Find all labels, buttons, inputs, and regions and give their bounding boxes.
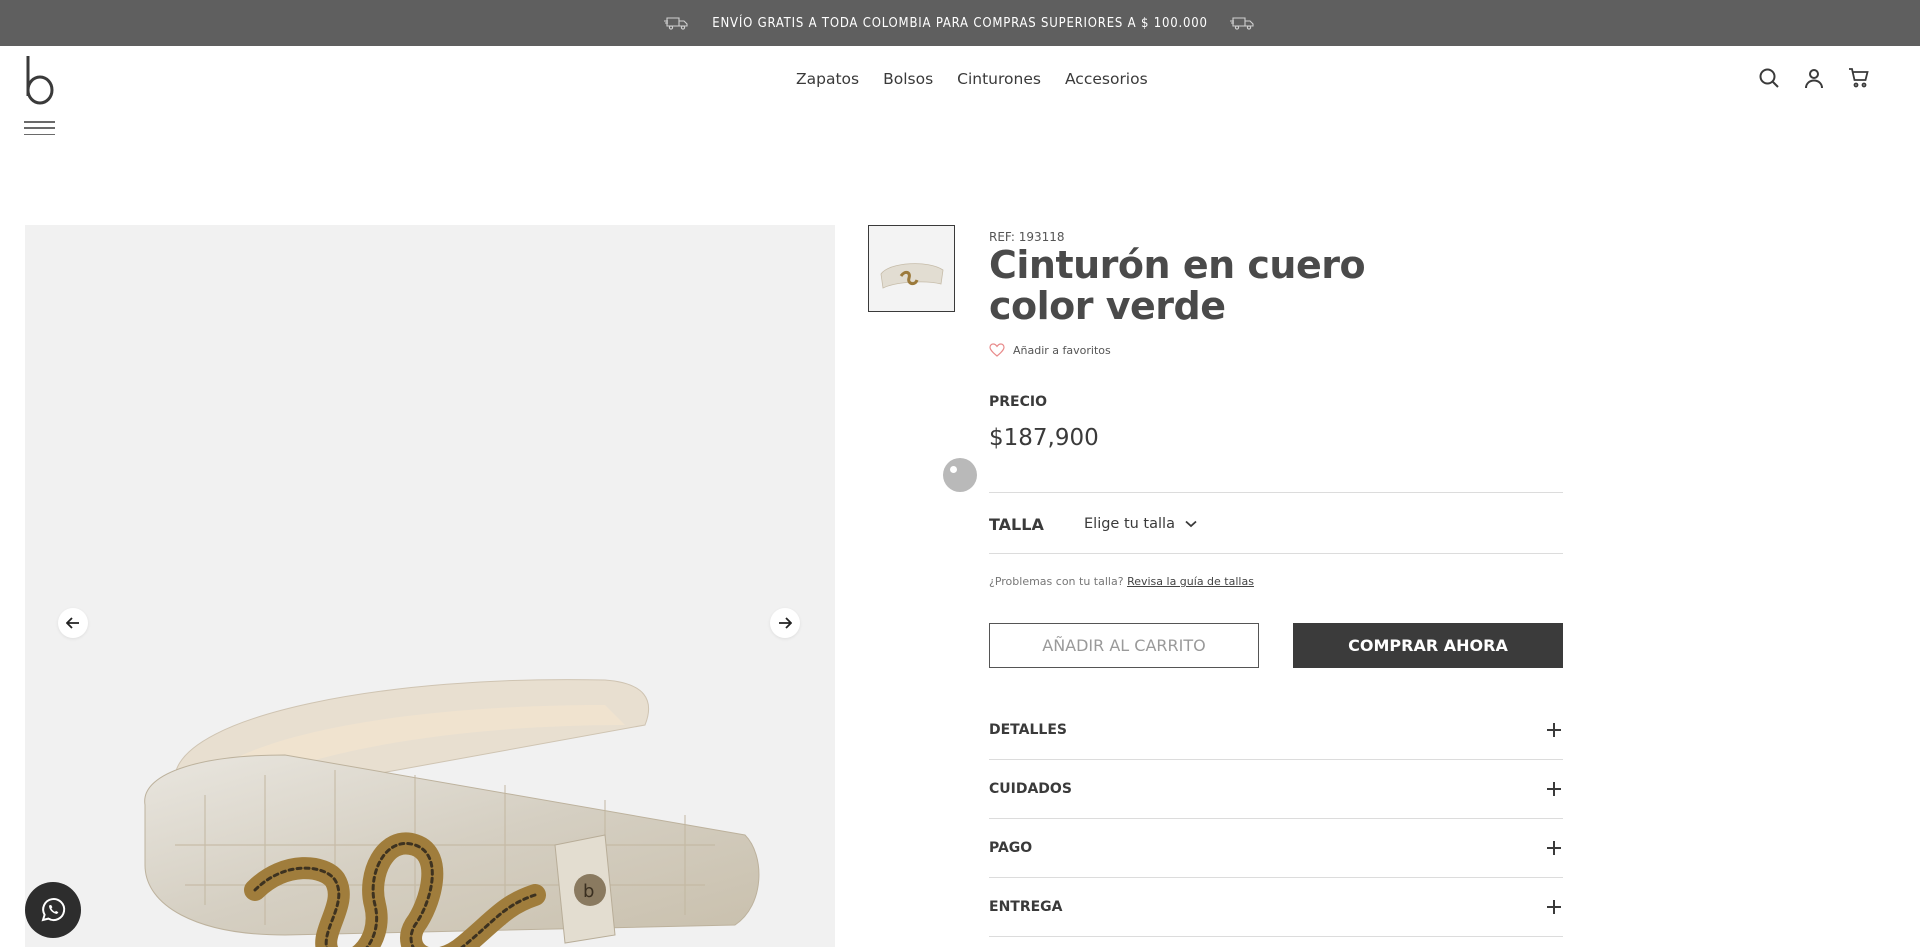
accordion-cuidados[interactable]: CUIDADOS xyxy=(989,760,1563,819)
plus-icon xyxy=(1547,723,1561,737)
truck-icon xyxy=(1229,17,1254,30)
divider xyxy=(989,553,1563,554)
add-to-favorites-label: Añadir a favoritos xyxy=(1013,343,1111,357)
accordion-label: CUIDADOS xyxy=(989,781,1072,797)
whatsapp-button[interactable] xyxy=(25,882,81,938)
size-select[interactable]: Elige tu talla xyxy=(1084,516,1197,532)
accordion-label: PAGO xyxy=(989,840,1033,856)
divider xyxy=(989,492,1563,493)
accordion-entrega[interactable]: ENTREGA xyxy=(989,878,1563,937)
nav-item-accesorios[interactable]: Accesorios xyxy=(1065,70,1148,88)
size-guide-link[interactable]: Revisa la guía de tallas xyxy=(1127,575,1254,588)
accordion-detalles[interactable]: DETALLES xyxy=(989,701,1563,760)
product-title: Cinturón en cuero color verde xyxy=(989,243,1366,328)
product-ref: REF: 193118 xyxy=(989,230,1065,244)
hamburger-line xyxy=(24,121,55,123)
nav-item-cinturones[interactable]: Cinturones xyxy=(957,70,1041,88)
user-icon[interactable] xyxy=(1802,66,1826,90)
buy-now-button[interactable]: COMPRAR AHORA xyxy=(1293,623,1563,668)
product-image: b xyxy=(144,679,760,947)
nav-item-bolsos[interactable]: Bolsos xyxy=(883,70,933,88)
accordion-pago[interactable]: PAGO xyxy=(989,819,1563,878)
size-select-value: Elige tu talla xyxy=(1084,516,1175,532)
loading-indicator xyxy=(943,458,977,492)
hamburger-line xyxy=(24,133,55,135)
size-label: TALLA xyxy=(989,515,1044,534)
nav-item-zapatos[interactable]: Zapatos xyxy=(796,70,859,88)
header-icons xyxy=(1757,66,1871,90)
product-thumbnail[interactable] xyxy=(868,225,955,312)
size-help: ¿Problemas con tu talla? Revisa la guía … xyxy=(989,575,1254,588)
add-to-cart-button[interactable]: AÑADIR AL CARRITO xyxy=(989,623,1259,668)
thumbnail-image xyxy=(880,263,944,289)
price-label: PRECIO xyxy=(989,394,1047,410)
plus-icon xyxy=(1547,841,1561,855)
add-to-favorites-link[interactable]: Añadir a favoritos xyxy=(989,343,1111,357)
main-nav: Zapatos Bolsos Cinturones Accesorios xyxy=(796,70,1172,88)
search-icon[interactable] xyxy=(1757,66,1781,90)
announcement-bar: ENVÍO GRATIS A TODA COLOMBIA PARA COMPRA… xyxy=(0,0,1920,46)
heart-icon xyxy=(989,343,1005,357)
product-image-gallery[interactable]: b xyxy=(25,225,835,947)
arrow-left-icon xyxy=(66,617,79,629)
svg-text:b: b xyxy=(583,881,594,902)
whatsapp-icon xyxy=(41,898,66,922)
accordion-label: DETALLES xyxy=(989,722,1067,738)
brand-logo[interactable] xyxy=(24,54,56,106)
arrow-right-icon xyxy=(779,617,792,629)
accordion-label: ENTREGA xyxy=(989,899,1063,915)
announcement-text: ENVÍO GRATIS A TODA COLOMBIA PARA COMPRA… xyxy=(712,15,1208,31)
hamburger-line xyxy=(24,127,55,129)
plus-icon xyxy=(1547,900,1561,914)
gallery-next-button[interactable] xyxy=(770,608,800,638)
product-price: $187,900 xyxy=(989,425,1099,451)
truck-icon xyxy=(664,17,688,30)
chevron-down-icon xyxy=(1185,520,1197,528)
cart-icon[interactable] xyxy=(1847,66,1871,90)
gallery-prev-button[interactable] xyxy=(58,608,88,638)
hamburger-menu-button[interactable] xyxy=(24,121,55,135)
size-help-text: ¿Problemas con tu talla? xyxy=(989,575,1124,588)
plus-icon xyxy=(1547,782,1561,796)
